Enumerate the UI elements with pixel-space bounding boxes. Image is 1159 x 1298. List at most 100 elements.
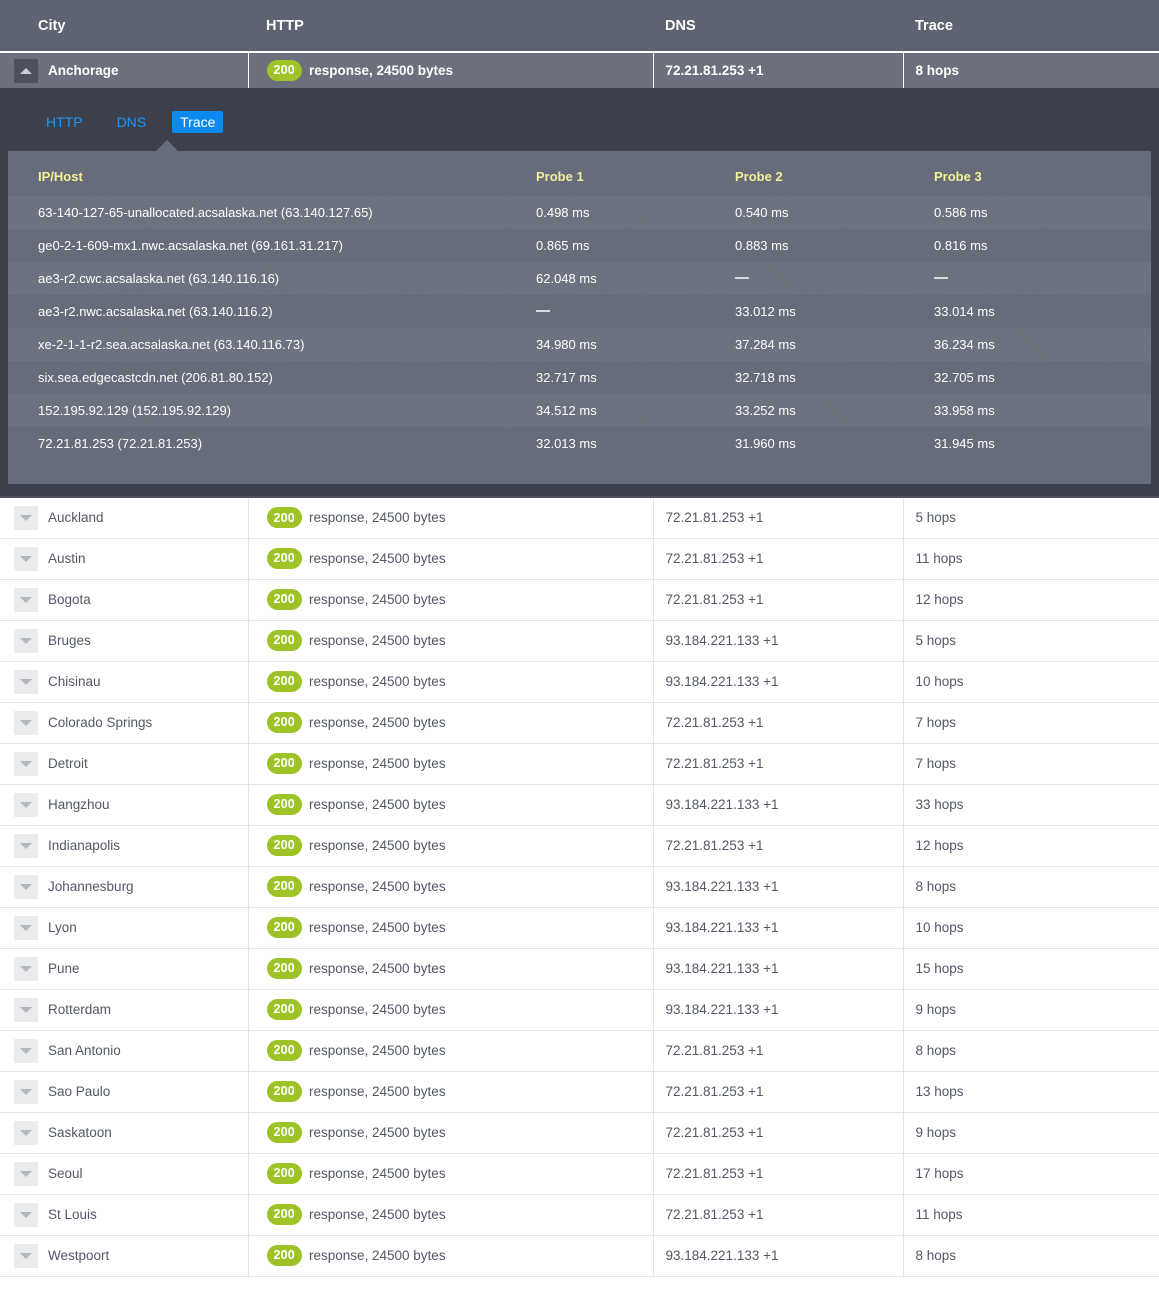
status-badge: 200 <box>266 589 302 610</box>
table-row[interactable]: Indianapolis 200 response, 24500 bytes 72.2… <box>0 824 1159 866</box>
table-row[interactable]: St Louis 200 response, 24500 bytes 72.21.81… <box>0 1193 1159 1235</box>
trace-table-body: 63-140-127-65-unallocated.acsalaska.net … <box>8 196 1151 460</box>
caret-down-icon[interactable] <box>14 587 38 612</box>
table-row[interactable]: Johannesburg 200 response, 24500 bytes 93.1… <box>0 865 1159 907</box>
table-row[interactable]: Colorado Springs 200 response, 24500 bytes… <box>0 701 1159 743</box>
http-summary-text: response, 24500 bytes <box>308 63 454 78</box>
table-row[interactable]: Seoul 200 response, 24500 bytes 72.21.81.25… <box>0 1152 1159 1194</box>
table-row[interactable]: Hangzhou 200 response, 24500 bytes 93.184.2… <box>0 783 1159 825</box>
city-name: Bruges <box>48 633 91 648</box>
trace-cell: 7 hops <box>903 742 1159 784</box>
trace-hop-probe-1: 32.013 ms <box>506 427 705 460</box>
table-row[interactable]: Sao Paulo 200 response, 24500 bytes 72.21.8… <box>0 1070 1159 1112</box>
trace-hop-host: ae3-r2.cwc.acsalaska.net (63.140.116.16) <box>8 262 506 295</box>
trace-hop-row: ge0-2-1-609-mx1.nwc.acsalaska.net (69.16… <box>8 229 1151 262</box>
caret-down-icon[interactable] <box>14 1161 38 1186</box>
column-header-trace[interactable]: Trace <box>903 0 1159 53</box>
trace-hop-host: 72.21.81.253 (72.21.81.253) <box>8 427 506 460</box>
dns-cell: 72.21.81.253 +1 <box>653 1029 904 1071</box>
http-summary-text: response, 24500 bytes <box>308 797 446 812</box>
caret-down-icon[interactable] <box>14 997 38 1022</box>
caret-down-icon[interactable] <box>14 710 38 735</box>
table-row[interactable]: Chisinau 200 response, 24500 bytes 93.184.2… <box>0 660 1159 702</box>
caret-down-icon[interactable] <box>14 505 38 530</box>
trace-hop-probe-3: 32.705 ms <box>904 361 1151 394</box>
city-cell: Colorado Springs <box>0 701 249 743</box>
status-badge: 200 <box>266 876 302 897</box>
status-badge: 200 <box>266 1204 302 1225</box>
dns-cell: 72.21.81.253 +1 <box>653 537 904 579</box>
caret-down-icon[interactable] <box>14 669 38 694</box>
collapsed-city-rows: Auckland 200 response, 24500 bytes 72.21.81… <box>0 496 1159 1277</box>
table-row[interactable]: Saskatoon 200 response, 24500 bytes 72.21.8… <box>0 1111 1159 1153</box>
http-cell: 200 response, 24500 bytes <box>248 1111 654 1153</box>
column-header-http[interactable]: HTTP <box>248 0 653 53</box>
caret-down-icon[interactable] <box>14 956 38 981</box>
city-cell: Sao Paulo <box>0 1070 249 1112</box>
caret-down-icon[interactable] <box>14 1079 38 1104</box>
detail-tabs: HTTP DNS Trace <box>0 88 1159 140</box>
http-cell: 200 response, 24500 bytes <box>248 824 654 866</box>
city-cell: Saskatoon <box>0 1111 249 1153</box>
column-header-dns[interactable]: DNS <box>653 0 903 53</box>
city-cell: Pune <box>0 947 249 989</box>
table-row[interactable]: Lyon 200 response, 24500 bytes 93.184.221.1… <box>0 906 1159 948</box>
http-summary-text: response, 24500 bytes <box>308 920 446 935</box>
dns-cell: 93.184.221.133 +1 <box>653 865 904 907</box>
caret-down-icon[interactable] <box>14 1120 38 1145</box>
check-results-table: City HTTP DNS Trace Anchorage 200 respon… <box>0 0 1159 1298</box>
http-summary-text: response, 24500 bytes <box>308 1125 446 1140</box>
http-cell: 200 response, 24500 bytes <box>248 578 654 620</box>
trace-cell: 8 hops <box>903 865 1159 907</box>
table-row[interactable]: Pune 200 response, 24500 bytes 93.184.221.1… <box>0 947 1159 989</box>
table-row[interactable]: Detroit 200 response, 24500 bytes 72.21.81.… <box>0 742 1159 784</box>
table-row[interactable]: Austin 200 response, 24500 bytes 72.21.81.2… <box>0 537 1159 579</box>
caret-down-icon[interactable] <box>14 1038 38 1063</box>
caret-down-icon[interactable] <box>14 833 38 858</box>
trace-cell: 11 hops <box>903 537 1159 579</box>
table-row[interactable]: Rotterdam 200 response, 24500 bytes 93.184.… <box>0 988 1159 1030</box>
trace-hop-row: 63-140-127-65-unallocated.acsalaska.net … <box>8 196 1151 229</box>
trace-table-header: IP/Host Probe 1 Probe 2 Probe 3 <box>8 169 1151 196</box>
trace-hop-probe-1: 32.717 ms <box>506 361 705 394</box>
status-badge: 200 <box>266 835 302 856</box>
tab-dns[interactable]: DNS <box>109 111 155 133</box>
trace-hops-table: IP/Host Probe 1 Probe 2 Probe 3 63-140-1… <box>8 169 1151 460</box>
trace-hop-probe-1: 34.512 ms <box>506 394 705 427</box>
caret-up-icon[interactable] <box>14 58 38 83</box>
tab-trace[interactable]: Trace <box>172 111 224 133</box>
table-row[interactable]: Westpoort 200 response, 24500 bytes 93.184.… <box>0 1234 1159 1277</box>
caret-down-icon[interactable] <box>14 874 38 899</box>
http-summary-text: response, 24500 bytes <box>308 756 446 771</box>
status-badge: 200 <box>266 999 302 1020</box>
table-row[interactable]: San Antonio 200 response, 24500 bytes 72.21… <box>0 1029 1159 1071</box>
city-name: Bogota <box>48 592 91 607</box>
http-summary-text: response, 24500 bytes <box>308 592 446 607</box>
table-row[interactable]: Bruges 200 response, 24500 bytes 93.184.221… <box>0 619 1159 661</box>
http-cell: 200 response, 24500 bytes <box>248 660 654 702</box>
caret-down-icon[interactable] <box>14 546 38 571</box>
city-cell: Rotterdam <box>0 988 249 1030</box>
tab-http[interactable]: HTTP <box>38 111 91 133</box>
trace-hop-probe-1: 0.865 ms <box>506 229 705 262</box>
caret-down-icon[interactable] <box>14 1202 38 1227</box>
caret-down-icon[interactable] <box>14 751 38 776</box>
trace-hop-probe-1: 62.048 ms <box>506 262 705 295</box>
trace-hop-probe-2: 0.540 ms <box>705 196 904 229</box>
http-summary-text: response, 24500 bytes <box>308 961 446 976</box>
trace-hop-probe-2: 31.960 ms <box>705 427 904 460</box>
caret-down-icon[interactable] <box>14 628 38 653</box>
dns-cell: 72.21.81.253 +1 <box>653 1111 904 1153</box>
status-badge: 200 <box>266 1081 302 1102</box>
table-row[interactable]: Bogota 200 response, 24500 bytes 72.21.81.2… <box>0 578 1159 620</box>
table-row[interactable]: Auckland 200 response, 24500 bytes 72.21.81… <box>0 496 1159 538</box>
column-header-city[interactable]: City <box>0 0 248 53</box>
http-cell: 200 response, 24500 bytes <box>248 865 654 907</box>
caret-down-icon[interactable] <box>14 1243 38 1268</box>
status-badge: 200 <box>266 548 302 569</box>
city-cell: Austin <box>0 537 249 579</box>
caret-down-icon[interactable] <box>14 915 38 940</box>
caret-down-icon[interactable] <box>14 792 38 817</box>
http-summary-text: response, 24500 bytes <box>308 1002 446 1017</box>
expanded-city-row[interactable]: Anchorage 200 response, 24500 bytes 72.2… <box>0 52 1159 88</box>
